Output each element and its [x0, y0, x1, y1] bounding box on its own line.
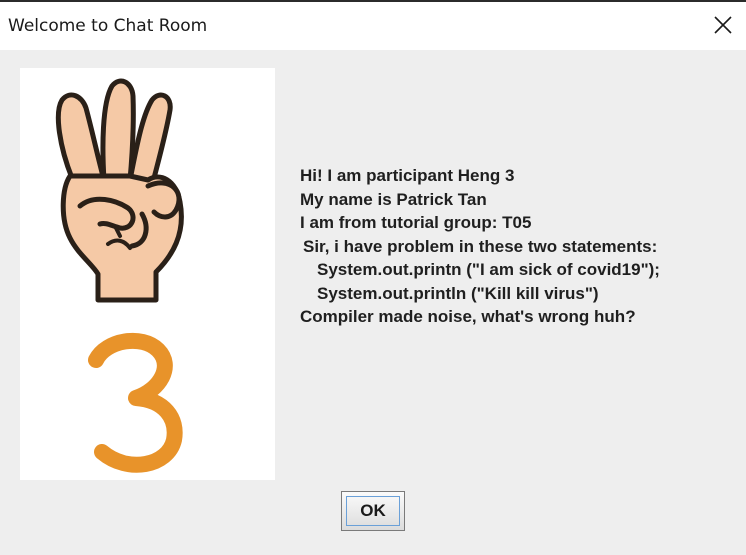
participant-image [20, 68, 275, 480]
ok-button-label: OK [360, 501, 386, 520]
message-line: Compiler made noise, what's wrong huh? [300, 307, 636, 326]
message-line: Hi! I am participant Heng 3 [300, 166, 515, 185]
message-line: I am from tutorial group: T05 [300, 213, 532, 232]
close-icon [714, 16, 732, 34]
dialog-window: Welcome to Chat Room Hi! I am participan… [0, 0, 746, 555]
number-three-icon [88, 332, 183, 473]
three-fingers-hand-icon [55, 78, 184, 473]
dialog-content: Hi! I am participant Heng 3 My name is P… [0, 50, 746, 555]
message-line: Sir, i have problem in these two stateme… [303, 236, 658, 256]
ok-button[interactable]: OK [341, 491, 405, 531]
close-button[interactable] [706, 8, 740, 42]
window-title: Welcome to Chat Room [8, 16, 208, 36]
message-line: System.out.println ("Kill kill virus") [317, 283, 599, 303]
message-line: System.out.printn ("I am sick of covid19… [317, 260, 660, 279]
title-bar[interactable]: Welcome to Chat Room [0, 2, 746, 50]
message-line: My name is Patrick Tan [300, 189, 487, 209]
message-text: Hi! I am participant Heng 3 My name is P… [300, 164, 740, 329]
